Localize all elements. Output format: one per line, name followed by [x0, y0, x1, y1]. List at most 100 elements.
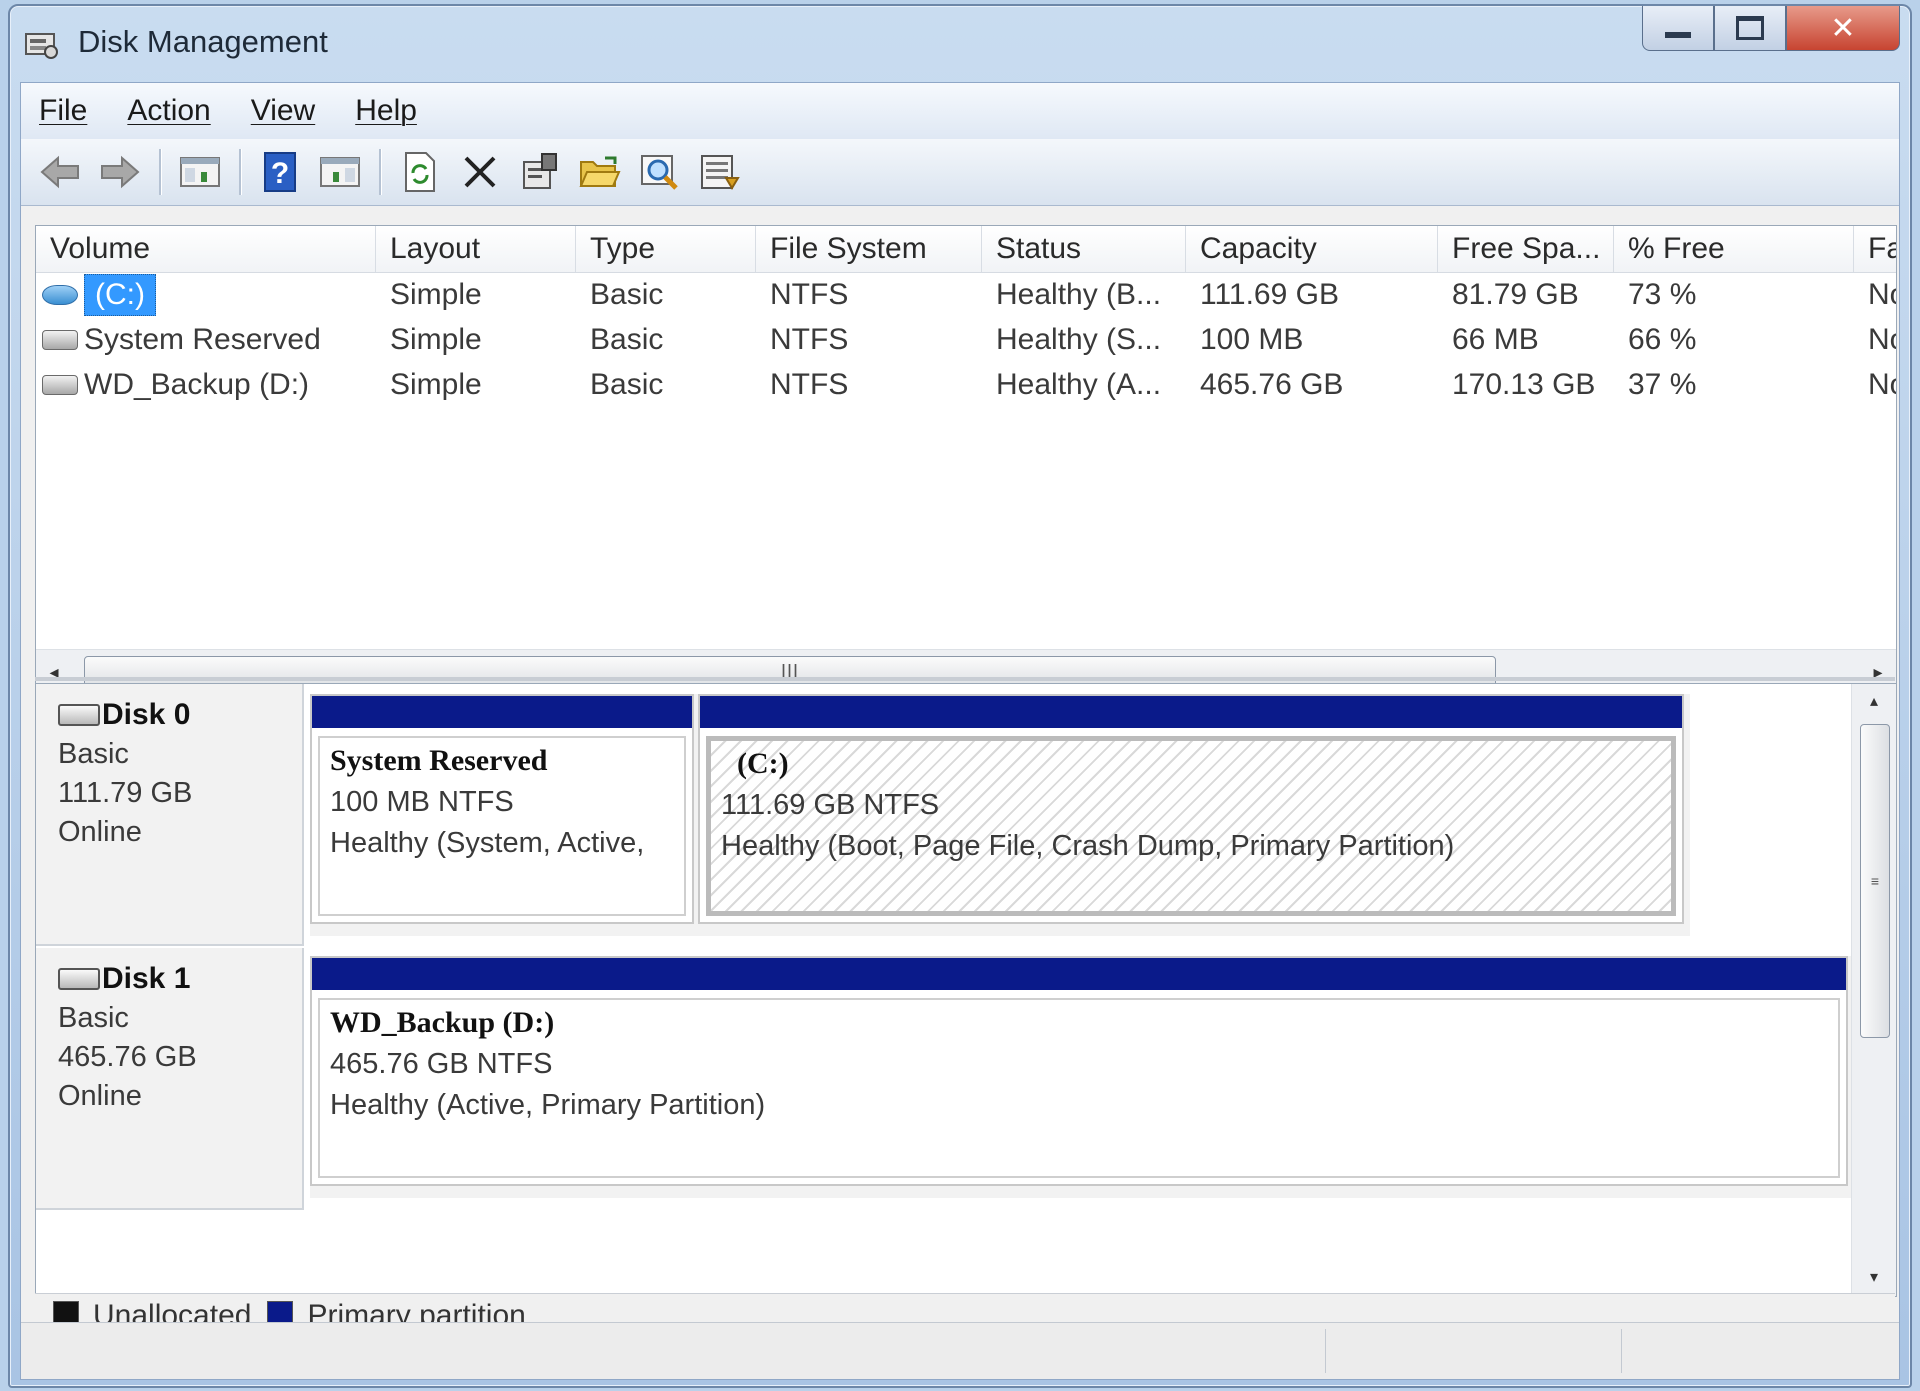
- disk-0-title: Disk 0: [58, 698, 302, 732]
- menu-action[interactable]: Action: [127, 94, 210, 128]
- toolbar-separator: [239, 149, 241, 195]
- title-bar[interactable]: Disk Management ✕: [10, 6, 1910, 82]
- percent-free-cell: 66 %: [1628, 323, 1697, 356]
- file-system-cell: NTFS: [770, 323, 849, 356]
- open-button[interactable]: [575, 147, 625, 197]
- back-button[interactable]: [35, 147, 85, 197]
- vertical-scrollbar[interactable]: ▴ ≡ ▾: [1851, 684, 1896, 1296]
- menu-file[interactable]: File: [39, 94, 87, 128]
- export-list-button[interactable]: [695, 147, 745, 197]
- column-header-fault-tolerance[interactable]: Fa: [1854, 226, 1896, 272]
- disk-name: Disk 1: [102, 962, 191, 995]
- disk-1-info[interactable]: Disk 1 Basic 465.76 GB Online: [36, 948, 304, 1210]
- volume-row-system-reserved[interactable]: System Reserved Simple Basic NTFS Health…: [36, 317, 1896, 362]
- disk-size: 465.76 GB: [58, 1041, 197, 1073]
- open-folder-icon: [579, 156, 621, 187]
- search-button[interactable]: [635, 147, 685, 197]
- delete-icon: [464, 156, 496, 188]
- scroll-up-arrow-icon[interactable]: ▴: [1852, 684, 1896, 720]
- fault-tolerance-cell: No: [1868, 278, 1896, 311]
- refresh-icon: [405, 152, 435, 192]
- menu-bar: File Action View Help: [21, 83, 1899, 139]
- capacity-cell: 465.76 GB: [1200, 368, 1344, 401]
- minimize-button[interactable]: [1642, 6, 1714, 51]
- scroll-down-arrow-icon[interactable]: ▾: [1852, 1260, 1896, 1296]
- partition-size-fs: 465.76 GB NTFS: [330, 1048, 553, 1080]
- forward-button[interactable]: [95, 147, 145, 197]
- status-bar: [21, 1322, 1899, 1379]
- client-area: File Action View Help ? Volume Layout Ty…: [20, 82, 1900, 1380]
- column-header-file-system[interactable]: File System: [756, 226, 982, 272]
- capacity-cell: 100 MB: [1200, 323, 1304, 356]
- column-header-capacity[interactable]: Capacity: [1186, 226, 1438, 272]
- disk-management-window: Disk Management ✕ File Action View Help: [8, 4, 1912, 1388]
- hard-disk-icon: [58, 968, 100, 990]
- volume-name: System Reserved: [84, 323, 321, 356]
- layout-cell: Simple: [390, 278, 482, 311]
- partition-name: WD_Backup (D:): [330, 1006, 555, 1039]
- percent-free-cell: 73 %: [1628, 278, 1697, 311]
- refresh-button[interactable]: [395, 147, 445, 197]
- disk-management-app-icon: [25, 33, 58, 59]
- vertical-scroll-thumb[interactable]: ≡: [1860, 724, 1890, 1038]
- partition-status: Healthy (Active, Primary Partition): [330, 1089, 766, 1121]
- pane-splitter[interactable]: [35, 677, 1895, 681]
- free-space-cell: 81.79 GB: [1452, 278, 1579, 311]
- volume-cell: System Reserved: [36, 317, 376, 362]
- partition-name: (C:): [737, 747, 789, 780]
- show-hide-action-pane-button[interactable]: [315, 147, 365, 197]
- fault-tolerance-cell: No: [1868, 323, 1896, 356]
- type-cell: Basic: [590, 278, 664, 311]
- toolbar: ?: [21, 139, 1899, 206]
- status-pane: [1325, 1329, 1326, 1373]
- console-tree-icon: [180, 157, 220, 187]
- volume-row-wd-backup[interactable]: WD_Backup (D:) Simple Basic NTFS Healthy…: [36, 362, 1896, 407]
- status-cell: Healthy (B...: [996, 278, 1162, 311]
- help-icon: ?: [264, 152, 296, 192]
- scroll-grip-icon: ≡: [1870, 873, 1880, 889]
- gray-volume-icon: [42, 374, 78, 395]
- free-space-cell: 66 MB: [1452, 323, 1539, 356]
- properties-button[interactable]: [515, 147, 565, 197]
- partition-system-reserved[interactable]: System Reserved 100 MB NTFS Healthy (Sys…: [310, 694, 694, 924]
- column-header-status[interactable]: Status: [982, 226, 1186, 272]
- partition-body-selected: (C:) 111.69 GB NTFS Healthy (Boot, Page …: [706, 736, 1676, 916]
- volume-row-c[interactable]: (C:) Simple Basic NTFS Healthy (B... 111…: [36, 272, 1896, 317]
- type-cell: Basic: [590, 323, 664, 356]
- close-icon: ✕: [1830, 11, 1856, 45]
- show-hide-console-tree-button[interactable]: [175, 147, 225, 197]
- partition-wd-backup[interactable]: WD_Backup (D:) 465.76 GB NTFS Healthy (A…: [310, 956, 1848, 1186]
- maximize-icon: [1736, 16, 1764, 40]
- menu-view[interactable]: View: [251, 94, 315, 128]
- disk-1-partitions: WD_Backup (D:) 465.76 GB NTFS Healthy (A…: [310, 956, 1854, 1198]
- disk-size: 111.79 GB: [58, 777, 193, 809]
- export-list-icon: [701, 155, 740, 190]
- back-arrow-icon: [40, 155, 79, 189]
- disk-0-info[interactable]: Disk 0 Basic 111.79 GB Online: [36, 684, 304, 946]
- close-button[interactable]: ✕: [1786, 6, 1900, 51]
- disk-type: Basic: [58, 1002, 129, 1034]
- disk-0-partitions: System Reserved 100 MB NTFS Healthy (Sys…: [310, 694, 1690, 936]
- toolbar-separator: [159, 149, 161, 195]
- disk-type: Basic: [58, 738, 129, 770]
- delete-button[interactable]: [455, 147, 505, 197]
- menu-help[interactable]: Help: [355, 94, 417, 128]
- search-icon: [641, 155, 678, 190]
- column-header-type[interactable]: Type: [576, 226, 756, 272]
- column-header-layout[interactable]: Layout: [376, 226, 576, 272]
- fault-tolerance-cell: No: [1868, 368, 1896, 401]
- status-cell: Healthy (A...: [996, 368, 1162, 401]
- free-space-cell: 170.13 GB: [1452, 368, 1596, 401]
- partition-c[interactable]: (C:) 111.69 GB NTFS Healthy (Boot, Page …: [698, 694, 1684, 924]
- column-header-percent-free[interactable]: % Free: [1614, 226, 1854, 272]
- maximize-button[interactable]: [1714, 6, 1786, 51]
- partition-status: Healthy (Boot, Page File, Crash Dump, Pr…: [721, 830, 1455, 862]
- hard-disk-icon: [58, 704, 100, 726]
- help-button[interactable]: ?: [255, 147, 305, 197]
- disk-1-title: Disk 1: [58, 962, 302, 996]
- column-header-volume[interactable]: Volume: [36, 226, 376, 272]
- partition-body: WD_Backup (D:) 465.76 GB NTFS Healthy (A…: [318, 998, 1840, 1178]
- file-system-cell: NTFS: [770, 278, 849, 311]
- column-header-free-space[interactable]: Free Spa...: [1438, 226, 1614, 272]
- partition-size-fs: 100 MB NTFS: [330, 786, 514, 818]
